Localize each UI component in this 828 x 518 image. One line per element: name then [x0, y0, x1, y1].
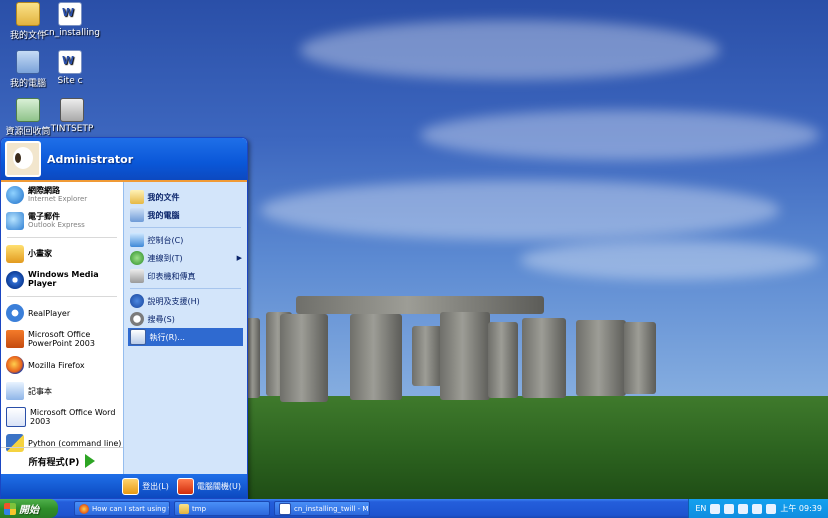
network-icon[interactable]: [738, 503, 749, 514]
all-programs-button[interactable]: 所有程式(P): [1, 447, 123, 474]
computer-icon: [16, 50, 40, 74]
help-icon[interactable]: [724, 503, 735, 514]
my-computer-icon: [129, 208, 144, 222]
desktop-icon-label: Site c: [57, 76, 83, 86]
word-icon: [6, 407, 26, 427]
taskbar-button-firefox[interactable]: How can I start using t...: [74, 501, 170, 516]
place-connect-to[interactable]: 連線到(T) ▶: [124, 249, 248, 267]
taskbar-button-tmp-folder[interactable]: tmp: [174, 501, 270, 516]
standing-stone: [280, 314, 328, 402]
recent-firefox[interactable]: Mozilla Firefox: [1, 352, 123, 378]
pinned-outlook-express[interactable]: 電子郵件 Outlook Express: [1, 208, 123, 234]
standing-stone: [440, 312, 490, 400]
start-menu-footer: 登出(L) 電腦關機(U): [1, 474, 247, 498]
user-name: Administrator: [47, 152, 134, 166]
separator: [129, 227, 241, 228]
desktop-icon-label: TINTSETP: [50, 124, 94, 134]
desktop-icon-tintsetp[interactable]: TINTSETP: [44, 98, 100, 134]
standing-stone: [350, 314, 402, 400]
taskbar-button-word[interactable]: cn_installing_twill - M...: [274, 501, 370, 516]
firefox-icon: [6, 356, 24, 374]
separator: [129, 288, 241, 289]
chevron-right-icon: ▶: [236, 254, 242, 262]
recent-windows-media-player[interactable]: Windows Media Player: [1, 267, 123, 293]
standing-stone: [522, 318, 566, 398]
powerpoint-icon: [6, 330, 24, 348]
lintel-stone: [296, 296, 544, 314]
desktop-icon-cn-installing[interactable]: cn_installing: [44, 2, 100, 38]
desktop-icon-label: 我的文件: [9, 31, 46, 41]
windows-logo-icon: [4, 502, 16, 515]
start-menu-programs-pane: 網際網路 Internet Explorer 電子郵件 Outlook Expres…: [1, 182, 123, 474]
place-control-panel[interactable]: 控制台(C): [124, 231, 248, 249]
user-avatar[interactable]: [5, 141, 41, 177]
setup-program-icon: [60, 98, 84, 122]
place-my-computer[interactable]: 我的電腦: [124, 206, 248, 224]
folder-icon: [179, 503, 189, 514]
desktop-icon-label: 我的電腦: [9, 79, 46, 89]
desktop-icon-site-c[interactable]: Site c: [44, 50, 96, 86]
cloud: [420, 110, 820, 160]
separator: [7, 296, 117, 297]
recent-paint[interactable]: 小畫家: [1, 241, 123, 267]
firefox-icon: [79, 503, 89, 514]
pinned-internet-explorer[interactable]: 網際網路 Internet Explorer: [1, 182, 123, 208]
media-player-icon: [6, 271, 24, 289]
realplayer-icon: [6, 304, 24, 322]
shutdown-button[interactable]: 電腦關機(U): [176, 477, 241, 495]
network-connect-icon: [129, 251, 144, 265]
place-printers-faxes[interactable]: 印表機和傳真: [124, 267, 248, 285]
desktop-icon-label: cn_installing: [44, 28, 101, 38]
standing-stone: [246, 318, 260, 398]
standing-stone: [576, 320, 626, 396]
recent-powerpoint[interactable]: Microsoft Office PowerPoint 2003: [1, 326, 123, 352]
logoff-button[interactable]: 登出(L): [122, 477, 169, 495]
word-document-icon: [279, 502, 291, 515]
key-icon: [122, 477, 140, 495]
standing-stone: [412, 326, 442, 386]
place-help-support[interactable]: 說明及支援(H): [124, 292, 248, 310]
language-indicator[interactable]: EN: [695, 504, 706, 513]
standing-stone: [488, 322, 518, 398]
place-search[interactable]: 搜尋(S): [124, 310, 248, 328]
outlook-express-icon: [6, 212, 24, 230]
place-my-documents[interactable]: 我的文件: [124, 188, 248, 206]
cloud: [260, 180, 780, 240]
system-tray: EN 上午 09:39: [688, 499, 828, 518]
start-menu-header: Administrator: [1, 138, 247, 182]
word-document-icon: [58, 2, 82, 26]
cloud: [300, 20, 720, 80]
standing-stone: [624, 322, 656, 394]
run-icon: [129, 329, 146, 345]
control-panel-icon: [129, 233, 144, 247]
recent-word[interactable]: Microsoft Office Word 2003: [1, 404, 123, 430]
place-run[interactable]: 執行(R)...: [127, 328, 243, 346]
help-icon: [129, 294, 144, 308]
recycle-bin-icon: [16, 98, 40, 122]
start-menu-places-pane: 我的文件 我的電腦 控制台(C) 連線到(T) ▶ 印表機和傳真 說明及支援(H…: [122, 182, 248, 474]
recent-notepad[interactable]: 記事本: [1, 378, 123, 404]
arrow-right-icon: [85, 454, 96, 468]
taskbar: 開始 How can I start using t... tmp cn_ins…: [0, 499, 828, 518]
notepad-icon: [6, 382, 24, 400]
volume-icon[interactable]: [766, 503, 777, 514]
power-icon: [176, 477, 194, 495]
folder-icon: [16, 2, 40, 26]
printer-icon: [129, 269, 144, 283]
my-documents-icon: [129, 190, 144, 204]
separator: [7, 237, 117, 238]
internet-explorer-icon: [6, 186, 24, 204]
cloud: [520, 240, 820, 280]
security-icon[interactable]: [752, 503, 763, 514]
word-document-icon: [58, 50, 82, 74]
ime-icon[interactable]: [710, 503, 721, 514]
start-menu: Administrator 網際網路 Internet Explorer 電子郵件…: [0, 137, 248, 499]
paint-icon: [6, 245, 24, 263]
search-icon: [129, 312, 144, 326]
recent-realplayer[interactable]: RealPlayer: [1, 300, 123, 326]
start-button[interactable]: 開始: [0, 499, 58, 518]
clock[interactable]: 上午 09:39: [780, 503, 822, 514]
